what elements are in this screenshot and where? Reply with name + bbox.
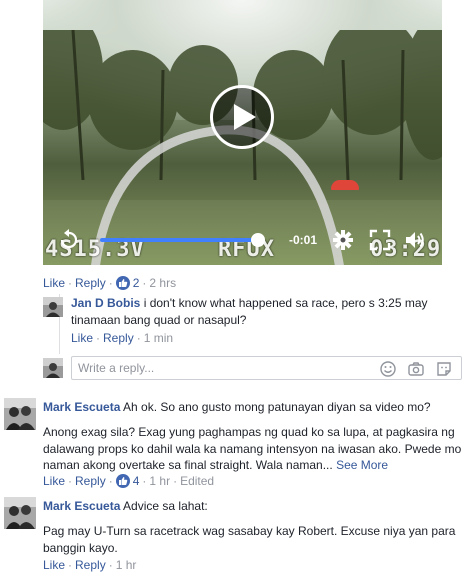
reply-link[interactable]: Reply — [103, 331, 134, 345]
comment-actions: Like · Reply · 4 · 1 hr · Edited — [43, 474, 214, 488]
red-umbrella — [331, 180, 359, 190]
reply-comment: Jan D Bobis i don't know what happened s… — [71, 295, 461, 329]
gear-icon[interactable] — [332, 229, 354, 251]
reply-link[interactable]: Reply — [75, 558, 106, 572]
reaction-count[interactable]: 2 — [133, 276, 140, 290]
avatar — [43, 358, 63, 378]
play-icon — [234, 104, 256, 130]
avatar-image — [4, 497, 36, 529]
camera-icon[interactable] — [407, 360, 425, 378]
like-link[interactable]: Like — [43, 276, 65, 290]
progress-fill — [100, 238, 259, 242]
see-more-link[interactable]: See More — [336, 458, 388, 472]
separator: · — [96, 331, 101, 345]
rewind-icon[interactable] — [58, 229, 80, 251]
fullscreen-icon[interactable] — [369, 229, 391, 251]
avatar-image — [4, 398, 36, 430]
comment-time[interactable]: 1 hr — [116, 558, 137, 572]
comment-body: Pag may U-Turn sa racetrack wag sasabay … — [43, 523, 463, 556]
comment-actions: Like · Reply · 1 hr — [43, 558, 136, 572]
separator: · — [108, 558, 113, 572]
reply-box — [71, 356, 462, 380]
separator: · — [142, 474, 147, 488]
reply-input[interactable] — [78, 360, 368, 376]
volume-icon[interactable] — [404, 229, 426, 251]
time-remaining: -0:01 — [289, 233, 318, 247]
avatar-image — [43, 297, 63, 317]
play-button[interactable] — [210, 85, 274, 149]
comment: Mark Escueta Ah ok. So ano gusto mong pa… — [43, 399, 463, 416]
like-link[interactable]: Like — [71, 331, 93, 345]
avatar[interactable] — [4, 497, 36, 529]
comment-time[interactable]: 1 hr — [149, 474, 170, 488]
sticker-icon[interactable] — [435, 360, 453, 378]
separator: · — [136, 331, 141, 345]
separator: · — [68, 276, 73, 290]
like-link[interactable]: Like — [43, 558, 65, 572]
avatar[interactable] — [43, 297, 63, 317]
reaction-count[interactable]: 4 — [133, 474, 140, 488]
comment-text: Pag may U-Turn sa racetrack wag sasabay … — [43, 524, 456, 555]
progress-bar[interactable] — [100, 238, 265, 242]
video-controls: -0:01 — [43, 225, 442, 257]
separator: · — [68, 474, 73, 488]
comment: Mark Escueta Advice sa lahat: — [43, 498, 463, 515]
progress-knob[interactable] — [251, 233, 265, 247]
comment-text: Advice sa lahat: — [123, 499, 208, 513]
avatar[interactable] — [4, 398, 36, 430]
comment-author[interactable]: Jan D Bobis — [71, 296, 140, 310]
comment-body: Anong exag sila? Exag yung paghampas ng … — [43, 424, 465, 474]
comment-time[interactable]: 1 min — [144, 331, 173, 345]
comment-text: Anong exag sila? Exag yung paghampas ng … — [43, 425, 462, 472]
reply-link[interactable]: Reply — [75, 474, 106, 488]
separator: · — [108, 276, 113, 290]
comment-author[interactable]: Mark Escueta — [43, 400, 120, 414]
comment-author[interactable]: Mark Escueta — [43, 499, 120, 513]
avatar-image — [43, 358, 63, 378]
video-player[interactable]: 4S15.3V RFUX 03:29 -0:01 — [43, 0, 442, 265]
comment-text: Ah ok. So ano gusto mong patunayan diyan… — [123, 400, 431, 414]
edited-label[interactable]: Edited — [180, 474, 214, 488]
comment-actions: Like · Reply · 2 · 2 hrs — [43, 276, 176, 290]
emoji-icon[interactable] — [379, 360, 397, 378]
like-badge-icon — [115, 474, 130, 488]
separator: · — [108, 474, 113, 488]
separator: · — [173, 474, 178, 488]
separator: · — [142, 276, 147, 290]
comment-time[interactable]: 2 hrs — [149, 276, 176, 290]
reply-actions: Like · Reply · 1 min — [71, 331, 173, 345]
reply-link[interactable]: Reply — [75, 276, 106, 290]
separator: · — [68, 558, 73, 572]
like-badge-icon — [115, 276, 130, 290]
like-link[interactable]: Like — [43, 474, 65, 488]
